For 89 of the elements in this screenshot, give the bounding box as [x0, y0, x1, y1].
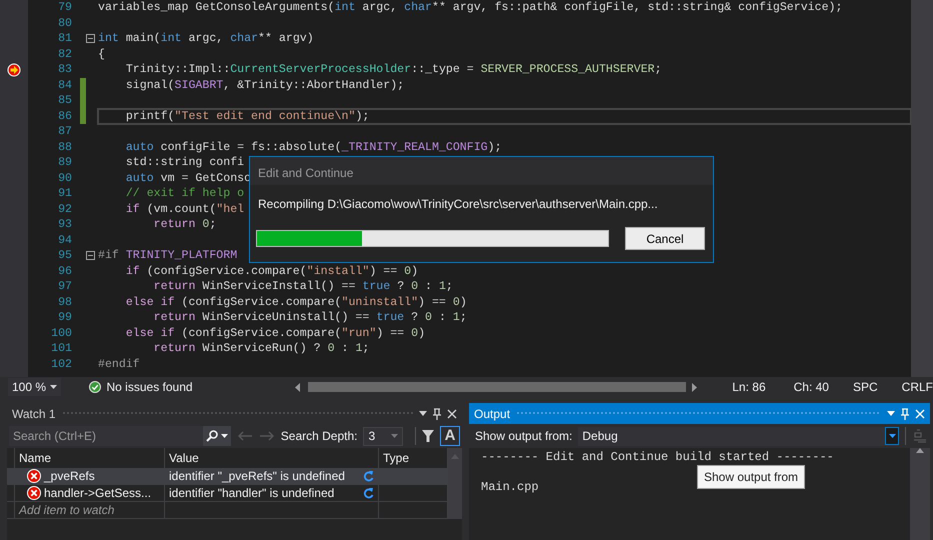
menu-caret-icon[interactable]	[887, 411, 895, 416]
cancel-button[interactable]: Cancel	[625, 227, 705, 250]
depth-label: Search Depth:	[280, 428, 358, 445]
zoom-dropdown[interactable]: 100 %	[8, 378, 60, 396]
arrow-right-icon[interactable]	[692, 382, 698, 392]
pin-icon[interactable]	[433, 408, 441, 420]
line-number: 97	[57, 279, 72, 294]
line-number: 85	[57, 93, 72, 108]
code-line: {	[98, 46, 105, 62]
line-number: 101	[50, 341, 72, 356]
line-number: 80	[57, 16, 72, 31]
caret-icon[interactable]	[888, 434, 896, 438]
output-line: -------- Edit and Continue build started --------	[481, 450, 834, 465]
scrollbar[interactable]	[910, 448, 930, 540]
line-number: 81	[57, 31, 72, 46]
check-icon	[88, 381, 100, 393]
line-number: 92	[57, 202, 72, 217]
line-number: 98	[57, 294, 72, 310]
code-line: int main(int argc, char** argv)	[98, 31, 314, 46]
line-number: 89	[57, 155, 72, 170]
dialog-message: Recompiling D:\Giacomo\wow\TrinityCore\src\server\authserver\Main.cpp...	[257, 196, 659, 213]
panel-title: Output	[474, 406, 510, 422]
code-line: #if TRINITY_PLATFORM	[98, 248, 238, 264]
collapse-icon[interactable]	[86, 251, 95, 260]
code-line: else if (configService.compare("run") == 0)	[124, 326, 426, 341]
code-line: auto configFile = fs::absolute(_TRINITY_REALM_CONFIG);	[124, 140, 502, 155]
collapse-icon[interactable]	[86, 34, 95, 44]
code-line: return WinServiceInstall() == true ? 0 : 1;	[152, 279, 453, 294]
code-line: return WinServiceRun() ? 0 : 1;	[152, 341, 370, 356]
search-button[interactable]	[202, 426, 231, 446]
arrow-left-icon[interactable]	[294, 382, 300, 392]
watch-value: identifier "handler" is undefined	[169, 484, 334, 502]
watch-name[interactable]: handler->GetSess...	[44, 484, 152, 502]
code-line: return 0;	[152, 217, 216, 232]
menu-caret-icon[interactable]	[419, 411, 427, 416]
caret-icon[interactable]	[50, 385, 56, 389]
code-line: std::string confi	[124, 155, 244, 170]
source-dropdown[interactable]: Debug	[578, 426, 899, 446]
scrollbar[interactable]	[911, 0, 933, 377]
indent-mode[interactable]: SPC	[852, 378, 878, 396]
watch-value: identifier "_pveRefs" is undefined	[169, 468, 345, 484]
line-number: 83	[57, 62, 72, 78]
filter-icon[interactable]	[422, 430, 434, 442]
line-number: 95	[57, 248, 72, 264]
column-position[interactable]: Ch: 40	[794, 378, 829, 396]
code-line: signal(SIGABRT, &Trinity::AbortHandler);	[124, 78, 404, 93]
line-number: 96	[57, 264, 72, 279]
code-line: // exit if help o	[124, 186, 244, 202]
refresh-icon[interactable]	[363, 487, 374, 499]
close-icon[interactable]	[447, 408, 457, 418]
horizontal-scrollbar[interactable]	[294, 381, 686, 393]
code-line: variables_map GetConsoleArguments(int argc, char** argv, fs::path& configFile, std::string& configService);	[98, 0, 842, 16]
line-number: 99	[57, 310, 72, 326]
output-line: Main.cpp	[481, 480, 539, 495]
code-line: #endif	[98, 356, 140, 372]
issues-status[interactable]: No issues found	[106, 378, 193, 396]
code-line: else if (configService.compare("uninstall") == 0)	[124, 294, 467, 310]
line-ending[interactable]: CRLF	[902, 378, 933, 396]
depth-dropdown[interactable]: 3	[363, 426, 404, 446]
line-number: 90	[57, 170, 72, 186]
line-position[interactable]: Ln: 86	[732, 378, 766, 396]
line-number: 82	[57, 46, 72, 62]
search-field[interactable]: Search (Ctrl+E)	[9, 426, 203, 446]
line-number: 86	[57, 108, 72, 124]
code-line: return WinServiceUninstall() == true ? 0 : 1;	[152, 310, 467, 326]
refresh-icon[interactable]	[363, 470, 374, 482]
line-number: 87	[57, 124, 72, 140]
code-line: Trinity::Impl::CurrentServerProcessHolder::_type = SERVER_PROCESS_AUTHSERVER;	[124, 62, 662, 78]
code-line: if (configService.compare("install") == 0)	[124, 264, 418, 279]
line-number: 88	[57, 140, 72, 155]
dialog-title: Edit and Continue	[250, 157, 713, 185]
line-number: 100	[50, 326, 72, 341]
panel-title: Watch 1	[12, 406, 56, 422]
code-line: auto vm = GetConso	[124, 170, 252, 186]
line-number: 84	[57, 78, 72, 93]
add-watch-field[interactable]: Add item to watch	[19, 502, 114, 518]
line-number: 79	[57, 0, 72, 16]
current-line: printf("Test edit end continue\n");	[98, 108, 911, 124]
tooltip: Show output from	[697, 465, 806, 489]
line-number: 102	[50, 356, 72, 372]
line-number: 91	[57, 186, 72, 202]
scrollbar[interactable]	[448, 448, 462, 519]
line-number: 94	[57, 232, 72, 248]
code-line: if (vm.count("hel	[124, 202, 244, 217]
search-icon[interactable]	[206, 430, 218, 442]
caret-icon[interactable]	[220, 434, 228, 438]
source-label: Show output from:	[475, 428, 572, 445]
line-number: 93	[57, 217, 72, 232]
case-toggle-button[interactable]: A	[440, 426, 460, 446]
